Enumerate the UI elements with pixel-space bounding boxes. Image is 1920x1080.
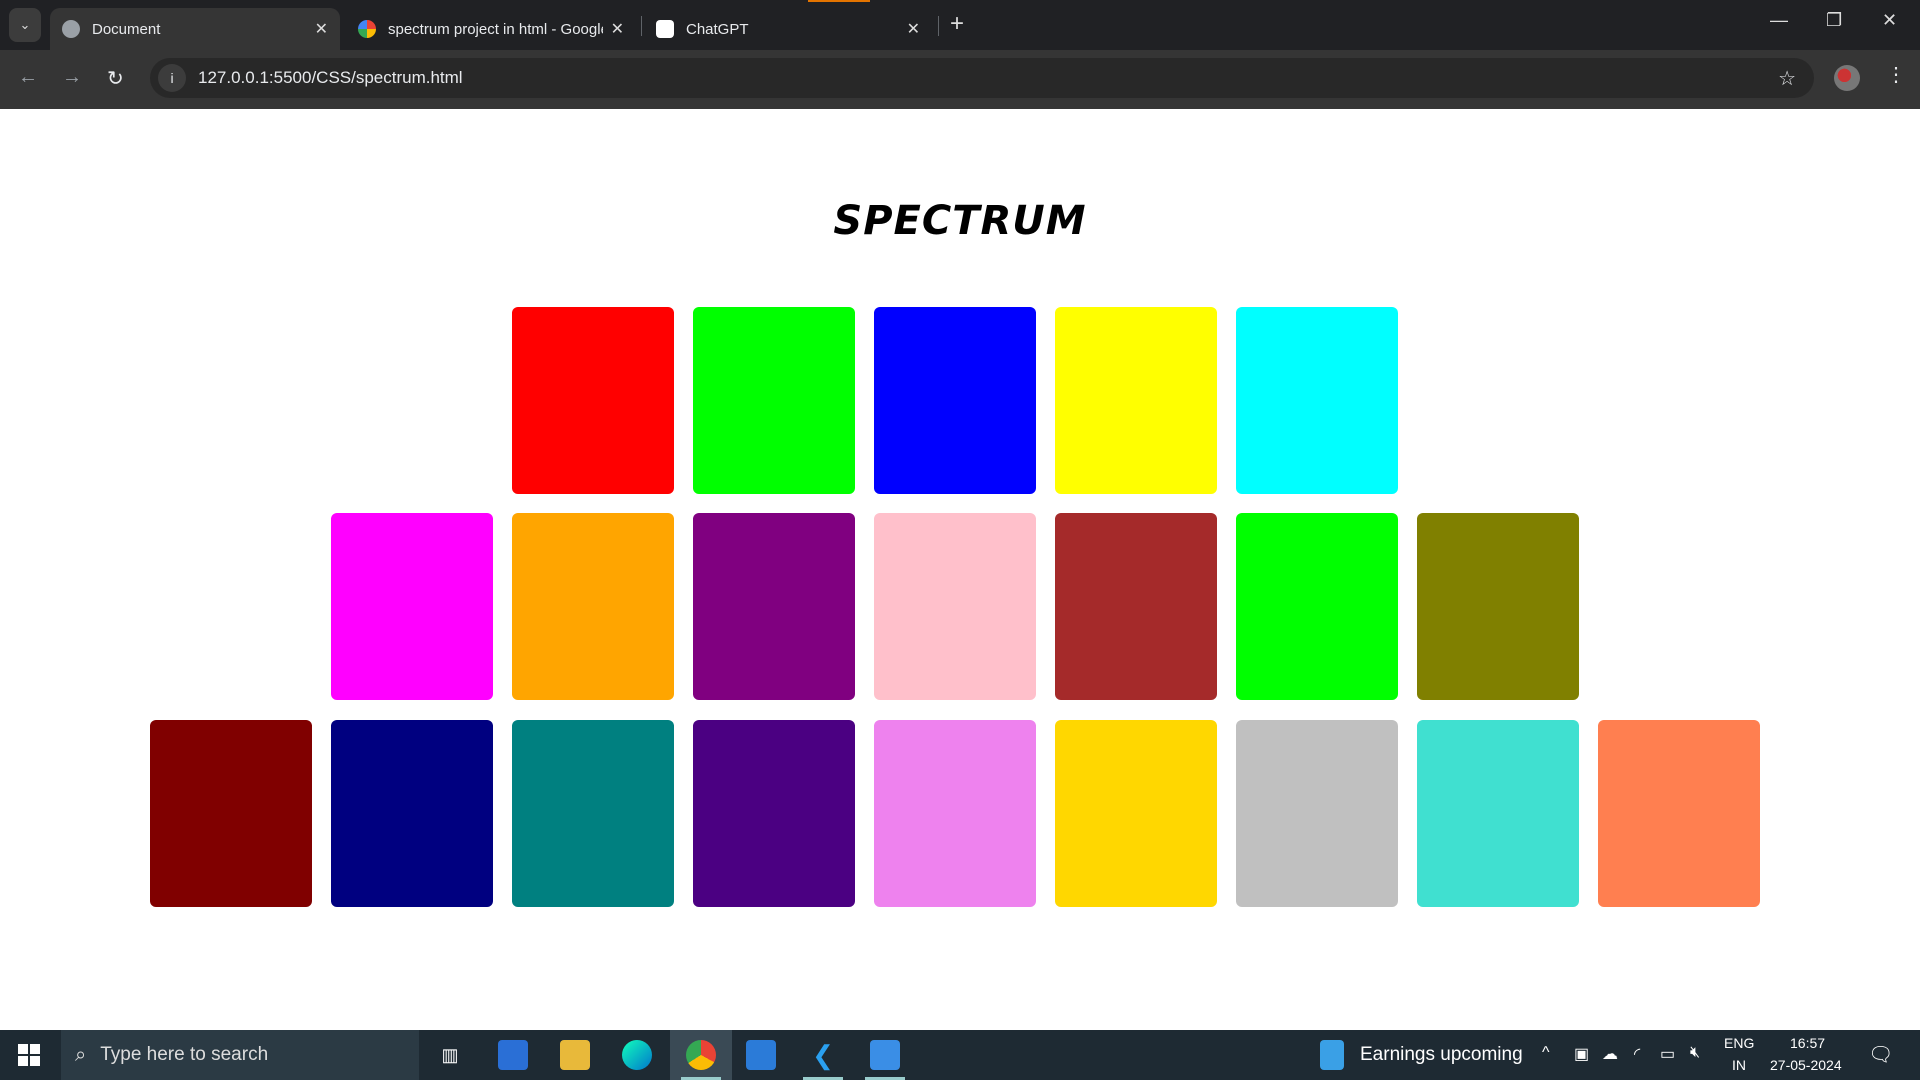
color-box [150, 720, 312, 907]
color-box [331, 720, 493, 907]
color-box [693, 513, 855, 700]
color-box [1236, 513, 1398, 700]
address-bar[interactable]: i 127.0.0.1:5500/CSS/spectrum.html ☆ [150, 58, 1814, 98]
close-tab-icon[interactable]: ✕ [315, 19, 328, 39]
store-icon[interactable] [498, 1040, 528, 1070]
color-box [1055, 513, 1217, 700]
edge-icon[interactable] [622, 1040, 652, 1070]
url-text[interactable]: 127.0.0.1:5500/CSS/spectrum.html [198, 68, 463, 88]
battery-icon[interactable]: ▭ [1660, 1044, 1675, 1064]
color-box [1417, 513, 1579, 700]
color-box [331, 513, 493, 700]
color-box [874, 307, 1036, 494]
tab-search-button[interactable]: ⌄ [9, 8, 41, 42]
news-widget[interactable]: Earnings upcoming [1360, 1044, 1523, 1066]
site-info-icon[interactable]: i [158, 64, 186, 92]
tab-chatgpt[interactable]: ChatGPT ✕ [644, 8, 932, 50]
tab-google[interactable]: spectrum project in html - Google ✕ [346, 8, 636, 50]
volume-muted-icon[interactable]: 🔇︎ [1690, 1044, 1700, 1062]
news-icon[interactable] [1320, 1040, 1344, 1070]
task-view-icon[interactable]: ▥ [435, 1040, 465, 1070]
show-hidden-icons[interactable]: ^ [1542, 1044, 1550, 1062]
close-window-button[interactable]: ✕ [1882, 10, 1897, 31]
page-title: SPECTRUM [833, 198, 1087, 244]
clock-time[interactable]: 16:57 [1790, 1035, 1825, 1051]
globe-icon [62, 20, 80, 38]
photos-icon[interactable] [870, 1040, 900, 1070]
onedrive-icon[interactable]: ☁ [1602, 1044, 1618, 1064]
reload-button[interactable]: ↻ [107, 66, 124, 91]
color-box [1417, 720, 1579, 907]
language[interactable]: ENG [1724, 1035, 1754, 1051]
tab-accent [808, 0, 870, 2]
tab-bar: ⌄ Document ✕ spectrum project in html - … [0, 0, 1920, 50]
forward-button[interactable]: → [62, 66, 82, 89]
close-tab-icon[interactable]: ✕ [907, 19, 920, 39]
new-tab-button[interactable]: + [950, 10, 964, 38]
mail-icon[interactable] [746, 1040, 776, 1070]
color-box [1236, 307, 1398, 494]
color-box [1236, 720, 1398, 907]
color-box [874, 720, 1036, 907]
close-tab-icon[interactable]: ✕ [611, 19, 624, 39]
color-box [1598, 720, 1760, 907]
vscode-icon[interactable]: ❮ [808, 1040, 838, 1070]
menu-button[interactable]: ⋮ [1886, 62, 1906, 87]
tab-separator [938, 16, 939, 36]
restore-button[interactable]: ❐ [1826, 10, 1842, 31]
color-box [512, 307, 674, 494]
color-box [512, 513, 674, 700]
color-box [1055, 307, 1217, 494]
file-explorer-icon[interactable] [560, 1040, 590, 1070]
chatgpt-icon [656, 20, 674, 38]
spectrum-row-3 [0, 720, 1910, 907]
spectrum-row-2 [0, 513, 1910, 700]
toolbar: ← → ↻ i 127.0.0.1:5500/CSS/spectrum.html… [0, 50, 1920, 109]
wifi-icon[interactable]: ◜ [1634, 1044, 1640, 1064]
back-button[interactable]: ← [18, 66, 38, 89]
color-box [1055, 720, 1217, 907]
search-icon: ⌕ [75, 1043, 87, 1066]
color-box [512, 720, 674, 907]
tab-separator [641, 16, 642, 36]
clock-date[interactable]: 27-05-2024 [1770, 1057, 1842, 1073]
spectrum-row-1 [0, 307, 1910, 494]
windows-start-icon[interactable] [18, 1044, 40, 1066]
color-box [693, 720, 855, 907]
notifications-icon[interactable]: 🗨︎ [1868, 1042, 1893, 1067]
tab-document[interactable]: Document ✕ [50, 8, 340, 50]
taskbar: ⌕ Type here to search ▥ ❮ Earnings upcom… [0, 1030, 1920, 1080]
chrome-icon[interactable] [686, 1040, 716, 1070]
color-box [874, 513, 1036, 700]
bookmark-star-icon[interactable]: ☆ [1778, 66, 1796, 91]
google-icon [358, 20, 376, 38]
profile-avatar[interactable] [1834, 65, 1860, 91]
meet-icon[interactable]: ▣ [1574, 1044, 1589, 1064]
taskbar-search[interactable]: ⌕ Type here to search [61, 1030, 419, 1080]
region[interactable]: IN [1732, 1057, 1746, 1073]
color-box [693, 307, 855, 494]
minimize-button[interactable]: — [1770, 10, 1788, 31]
